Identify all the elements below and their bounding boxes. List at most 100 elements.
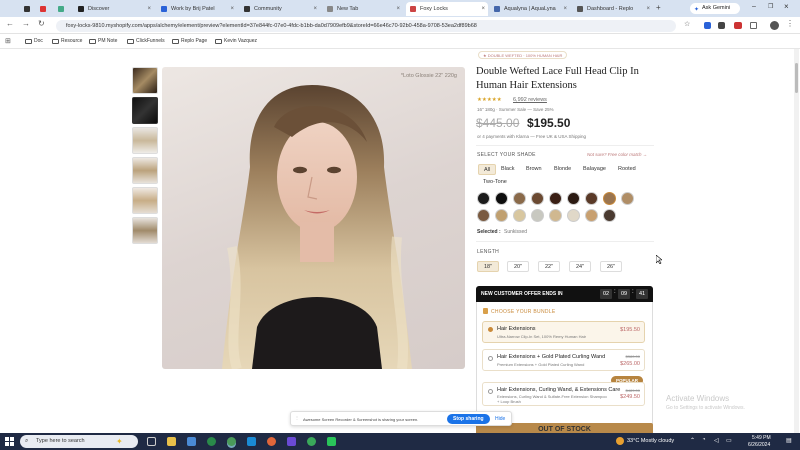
reviews-link[interactable]: 6,992 reviews	[513, 97, 547, 103]
chrome-icon[interactable]	[207, 437, 216, 446]
new-tab-icon[interactable]: +	[656, 3, 661, 12]
length-option-22[interactable]: 22"	[538, 261, 560, 272]
tab-2[interactable]: Community ×	[240, 2, 320, 16]
file-explorer-icon[interactable]	[167, 437, 176, 446]
length-option-20[interactable]: 20"	[507, 261, 529, 272]
extension-icon[interactable]	[718, 22, 725, 29]
teams-icon[interactable]	[287, 437, 296, 446]
chrome-active-icon[interactable]	[227, 437, 236, 446]
bundle-option-1[interactable]: Hair Extensions Ultra-Narrow Clip-In Set…	[482, 321, 645, 343]
length-option-18[interactable]: 18"	[477, 261, 499, 272]
clock-date[interactable]: 6/26/2024	[748, 442, 770, 448]
clock-time[interactable]: 5:49 PM	[752, 435, 771, 441]
shade-swatch[interactable]	[495, 192, 508, 205]
extension-icon[interactable]	[704, 22, 711, 29]
thumbnail-4[interactable]	[132, 157, 158, 184]
store-icon[interactable]	[187, 437, 196, 446]
bookmark-star-icon[interactable]: ☆	[684, 20, 690, 28]
bundle-option-2[interactable]: Hair Extensions + Gold Plated Curling Wa…	[482, 349, 645, 371]
shade-swatch[interactable]	[621, 192, 634, 205]
bundle-option-3[interactable]: Hair Extensions, Curling Wand, & Extensi…	[482, 382, 645, 406]
minimize-icon[interactable]: –	[752, 3, 756, 10]
pinned-tab-1[interactable]	[20, 2, 34, 16]
reload-icon[interactable]: ↻	[38, 19, 45, 28]
network-icon[interactable]: ◔	[702, 437, 706, 443]
shade-swatch[interactable]	[477, 192, 490, 205]
bookmark-clickfunnels[interactable]: ClickFunnels	[127, 37, 165, 46]
maximize-icon[interactable]: ❐	[768, 3, 773, 10]
apps-grid-icon[interactable]: ⊞	[5, 37, 11, 45]
tray-chevron-icon[interactable]: ⌃	[690, 437, 695, 444]
tab-4-active[interactable]: Foxy Locks ×	[406, 2, 488, 16]
close-icon[interactable]: ×	[646, 2, 650, 16]
stop-sharing-button[interactable]: Stop sharing	[447, 414, 490, 424]
shade-filter-two-tone[interactable]: Two-Tone	[478, 177, 512, 188]
forward-icon[interactable]: →	[22, 19, 30, 28]
length-option-24[interactable]: 24"	[569, 261, 591, 272]
bookmark-kevin-vazquez[interactable]: Kevin Vazquez	[215, 37, 257, 46]
shade-swatch[interactable]	[477, 209, 490, 222]
tab-6[interactable]: Dashboard - Replo ×	[573, 2, 653, 16]
thumbnail-2[interactable]	[132, 97, 158, 124]
chrome-profile-icon[interactable]	[307, 437, 316, 446]
bookmark-doc[interactable]: Doc	[25, 37, 43, 46]
notification-icon[interactable]: ▤	[786, 437, 792, 444]
recorder-extension-icon[interactable]	[734, 22, 742, 29]
thumbnail-1[interactable]	[132, 67, 158, 94]
close-icon[interactable]: ×	[147, 2, 151, 16]
shade-filter-brown[interactable]: Brown	[521, 164, 547, 175]
whatsapp-icon[interactable]	[327, 437, 336, 446]
taskbar-search-input[interactable]: ⌕ Type here to search ✦	[20, 435, 138, 448]
thumbnail-5[interactable]	[132, 187, 158, 214]
shade-swatch[interactable]	[513, 192, 526, 205]
url-input[interactable]: foxy-locks-9810.myshopify.com/apps/alche…	[56, 20, 676, 32]
thumbnail-6[interactable]	[132, 217, 158, 244]
battery-icon[interactable]: ▭	[726, 437, 732, 444]
pinned-tab-3[interactable]	[54, 2, 68, 16]
shade-swatch[interactable]	[603, 209, 616, 222]
shade-filter-black[interactable]: Black	[496, 164, 519, 175]
ask-gemini-button[interactable]: ✦ Ask Gemini	[690, 3, 740, 14]
radio-selected[interactable]	[488, 327, 493, 332]
shade-swatch[interactable]	[567, 192, 580, 205]
tab-1[interactable]: Work by Brij Patel ×	[157, 2, 237, 16]
shade-swatch[interactable]	[549, 209, 562, 222]
shade-swatch[interactable]	[495, 209, 508, 222]
tab-3[interactable]: New Tab ×	[323, 2, 403, 16]
weather-text[interactable]: 33°C Mostly cloudy	[627, 438, 674, 444]
shade-filter-blonde[interactable]: Blonde	[549, 164, 576, 175]
close-window-icon[interactable]: ×	[784, 2, 789, 11]
tab-search-icon[interactable]	[4, 2, 16, 16]
edge-icon[interactable]	[247, 437, 256, 446]
bookmark-pm-note[interactable]: PM Note	[89, 37, 117, 46]
hide-button[interactable]: Hide	[495, 416, 505, 422]
shade-filter-all[interactable]: All	[478, 164, 497, 175]
shade-swatch[interactable]	[567, 209, 580, 222]
tab-0[interactable]: Discover ×	[74, 2, 154, 16]
shade-swatch[interactable]	[603, 192, 616, 205]
menu-kebab-icon[interactable]: ⋮	[786, 19, 794, 28]
close-icon[interactable]: ×	[230, 2, 234, 16]
back-icon[interactable]: ←	[6, 19, 14, 28]
task-view-icon[interactable]	[147, 437, 156, 446]
firefox-icon[interactable]	[267, 437, 276, 446]
shade-swatch[interactable]	[585, 192, 598, 205]
shade-swatch[interactable]	[531, 209, 544, 222]
shade-swatch[interactable]	[585, 209, 598, 222]
close-icon[interactable]: ×	[563, 2, 567, 16]
shade-swatch[interactable]	[549, 192, 562, 205]
pinned-tab-gmail[interactable]	[36, 2, 50, 16]
windows-start-icon[interactable]	[5, 437, 14, 446]
shade-swatch[interactable]	[513, 209, 526, 222]
tab-5[interactable]: Aqualyna | AquaLyna ×	[490, 2, 570, 16]
shade-filter-balayage[interactable]: Balayage	[578, 164, 611, 175]
color-match-link[interactable]: Not sure? Free color match →	[587, 152, 647, 157]
radio[interactable]	[488, 389, 493, 394]
volume-icon[interactable]: ◁	[714, 437, 719, 444]
length-option-26[interactable]: 26"	[600, 261, 622, 272]
radio[interactable]	[488, 356, 493, 361]
profile-avatar[interactable]	[770, 21, 779, 30]
shade-swatch[interactable]	[531, 192, 544, 205]
drag-handle-icon[interactable]: ⋮	[295, 415, 299, 420]
close-icon[interactable]: ×	[481, 2, 485, 16]
